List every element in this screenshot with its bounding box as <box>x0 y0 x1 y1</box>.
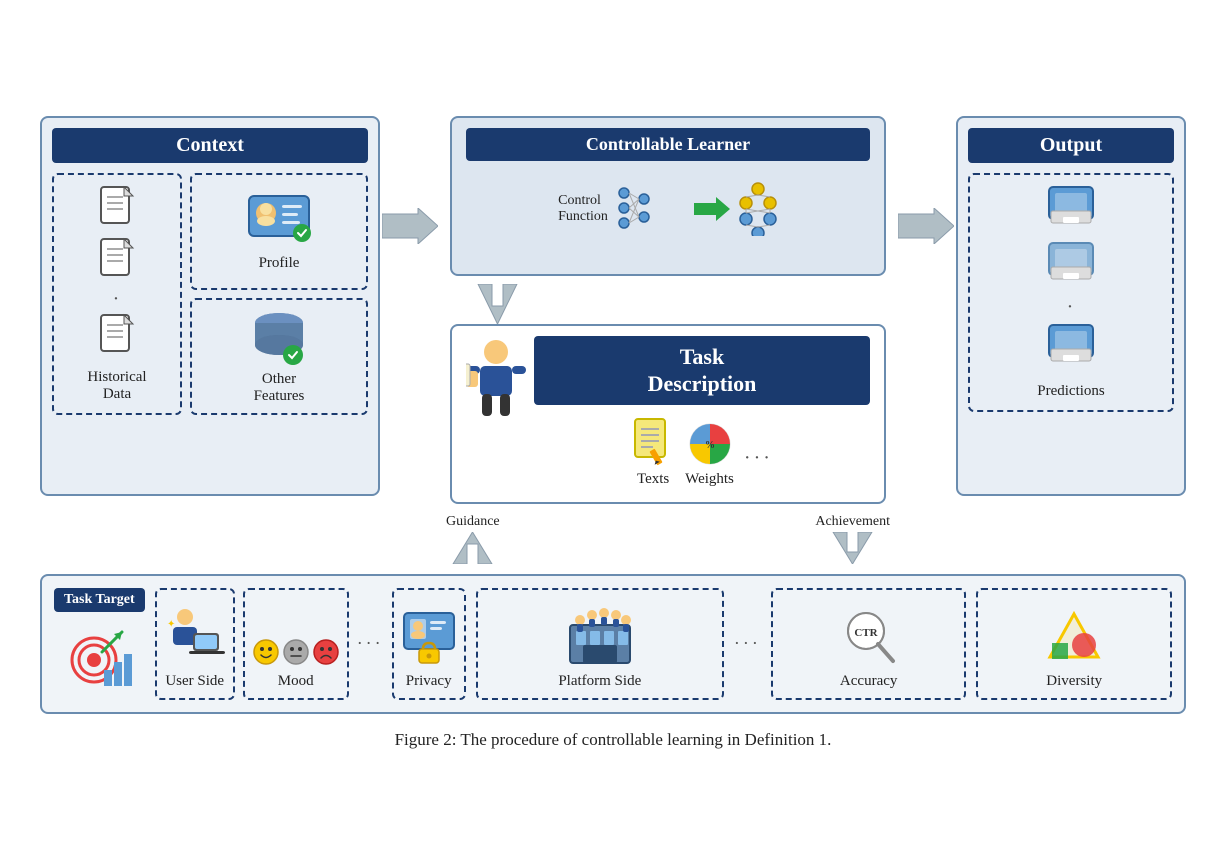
accuracy-label: Accuracy <box>840 673 897 690</box>
output-inner: · Predictions <box>968 173 1174 412</box>
learner-to-output-arrow <box>896 196 956 256</box>
mood-item: Mood <box>243 588 349 700</box>
accuracy-icon: CTR <box>841 609 897 665</box>
guidance-label: Guidance <box>446 514 500 530</box>
mood-label: Mood <box>278 673 314 690</box>
instructor-icon <box>466 336 526 426</box>
privacy-item: Privacy <box>392 588 466 700</box>
diversity-icon <box>1046 609 1102 665</box>
database-icon <box>249 309 309 367</box>
predictions-label: Predictions <box>1037 383 1105 400</box>
controllable-learner-box: Controllable Learner ControlFunction <box>450 116 886 276</box>
profile-label: Profile <box>259 255 300 272</box>
document-icon-3 <box>97 313 137 361</box>
diagram-area: Context · HistoricalData <box>40 116 1186 714</box>
weights-label: Weights <box>685 471 734 488</box>
diversity-item: Diversity <box>976 588 1172 700</box>
historical-data-label: HistoricalData <box>87 369 146 403</box>
diversity-label: Diversity <box>1046 673 1102 690</box>
platform-side-icon <box>568 605 632 665</box>
privacy-label: Privacy <box>406 673 452 690</box>
achievement-section: Achievement <box>815 514 890 564</box>
printer-icon-1 <box>1041 185 1101 235</box>
task-description-box: TaskDescription <box>450 324 886 504</box>
arrows-middle: Guidance Achievement <box>436 514 900 564</box>
historical-data-section: · HistoricalData <box>52 173 182 415</box>
other-features-section: OtherFeatures <box>190 298 368 415</box>
task-dots-text: ··· <box>744 447 773 470</box>
weights-icon: % <box>687 421 733 467</box>
task-target-title: Task Target <box>54 588 145 612</box>
profile-icon <box>244 191 314 251</box>
context-box: Context · HistoricalData <box>40 116 380 496</box>
achievement-label: Achievement <box>815 514 890 530</box>
document-icon-1 <box>97 185 137 233</box>
svg-text:CTR: CTR <box>854 627 878 639</box>
task-dots: ··· <box>744 447 773 488</box>
task-desc-person <box>466 336 526 426</box>
mood-happy-icon <box>253 639 279 665</box>
platform-side-item: Platform Side <box>476 588 724 700</box>
other-features-label: OtherFeatures <box>254 371 305 405</box>
mood-neutral-icon <box>283 639 309 665</box>
printer-icon-2 <box>1041 241 1101 291</box>
document-icon-2 <box>97 237 137 285</box>
profile-section: Profile <box>190 173 368 290</box>
texts-label: Texts <box>637 471 669 488</box>
user-side-item: ✦ User Side <box>155 588 235 700</box>
target-icon <box>64 622 134 692</box>
svg-text:✦: ✦ <box>167 619 175 630</box>
figure-caption: Figure 2: The procedure of controllable … <box>395 730 832 750</box>
middle-column: Controllable Learner ControlFunction <box>440 116 896 504</box>
task-icons-row: Texts <box>534 413 870 492</box>
bottom-dots-1: ··· <box>357 633 384 654</box>
task-description-title: TaskDescription <box>534 336 870 405</box>
control-function-row: ControlFunction <box>466 171 870 240</box>
guidance-achievement-row: Guidance Achievement <box>40 504 1186 574</box>
platform-side-label: Platform Side <box>558 673 641 690</box>
output-dots: · <box>1067 297 1076 317</box>
svg-text:%: % <box>705 440 715 451</box>
user-side-label: User Side <box>165 673 224 690</box>
user-side-icon: ✦ <box>165 605 225 665</box>
controllable-learner-title: Controllable Learner <box>466 128 870 161</box>
context-inner: · HistoricalData <box>52 173 368 415</box>
bottom-dots-2: ··· <box>734 633 761 654</box>
printer-icon-3 <box>1041 323 1101 373</box>
context-right: Profile <box>190 173 368 415</box>
page-container: Context · HistoricalData <box>0 86 1226 770</box>
privacy-icon <box>402 605 456 665</box>
guidance-arrow <box>448 532 498 564</box>
bottom-row: Task Target <box>40 574 1186 714</box>
neural-network-icon <box>616 181 686 236</box>
texts-item: Texts <box>631 417 675 488</box>
task-desc-inner: TaskDescription <box>466 336 870 492</box>
task-target-box: Task Target <box>54 588 145 700</box>
weights-item: % Weights <box>685 421 734 488</box>
control-function-label: ControlFunction <box>558 193 608 225</box>
output-nodes-icon <box>738 181 778 236</box>
accuracy-item: CTR Accuracy <box>771 588 967 700</box>
context-title: Context <box>52 128 368 163</box>
mood-sad-icon <box>313 639 339 665</box>
guidance-section: Guidance <box>446 514 500 564</box>
learner-to-task-arrow <box>450 284 886 324</box>
transform-arrow-icon <box>694 197 730 221</box>
bottom-items: ✦ User Side <box>155 588 466 700</box>
output-box: Output · <box>956 116 1186 496</box>
historical-dots: · <box>113 289 122 309</box>
top-row: Context · HistoricalData <box>40 116 1186 504</box>
output-title: Output <box>968 128 1174 163</box>
context-to-learner-arrow <box>380 196 440 256</box>
mood-faces <box>253 639 339 665</box>
achievement-arrow <box>828 532 878 564</box>
task-desc-right: TaskDescription <box>534 336 870 492</box>
texts-icon <box>631 417 675 467</box>
